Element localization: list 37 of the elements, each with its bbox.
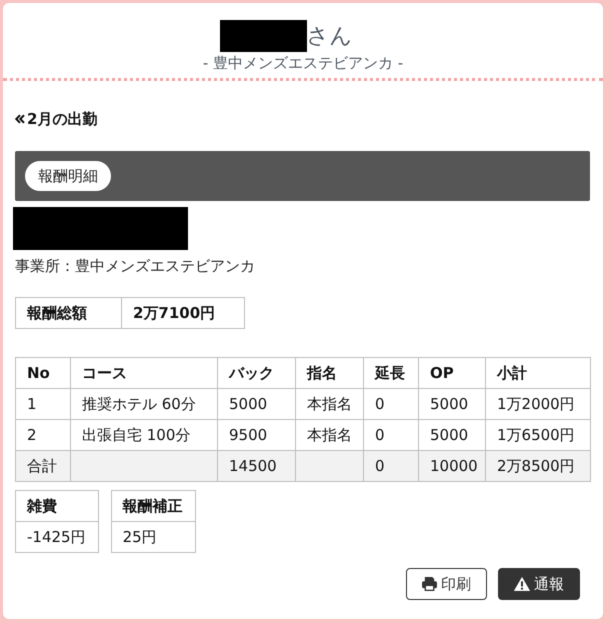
report-button[interactable]: 通報 (498, 568, 580, 600)
column-header: No (16, 358, 70, 388)
printer-icon (422, 577, 437, 591)
back-link[interactable]: 2月の出勤 (15, 109, 98, 129)
office-label: 事業所：豊中メンズエステビアンカ (15, 256, 256, 276)
total-cell: 14500 (218, 450, 296, 482)
table-cell: 0 (364, 388, 418, 420)
table-cell: 5000 (218, 388, 296, 420)
table-cell: 1 (16, 388, 70, 420)
print-button[interactable]: 印刷 (406, 568, 487, 600)
table-cell: 5000 (418, 420, 486, 450)
table-cell: 0 (364, 420, 418, 450)
adjustment-label-cell: 報酬補正 (111, 490, 196, 522)
total-value-cell: 2万7100円 (122, 298, 244, 328)
warning-icon (514, 577, 530, 591)
table-cell: 本指名 (296, 388, 364, 420)
shop-subtitle: - 豊中メンズエステビアンカ - (202, 53, 404, 74)
total-label-cell: 報酬総額 (16, 298, 122, 328)
column-header: コース (70, 358, 218, 388)
adjustment-value-cell: -1425円 (16, 522, 98, 552)
table-cell: 1万2000円 (486, 388, 590, 420)
table-cell: 2 (16, 420, 70, 450)
table-cell: 本指名 (296, 420, 364, 450)
table-cell: 出張自宅 100分 (70, 420, 218, 450)
table-cell: 9500 (218, 420, 296, 450)
table-cell: 5000 (418, 388, 486, 420)
total-cell: 0 (364, 450, 418, 482)
double-chevron-left-icon (15, 114, 25, 124)
adjustment-label-cell: 雑費 (16, 490, 98, 522)
name-suffix: さん (306, 24, 352, 51)
total-cell: 合計 (16, 450, 70, 482)
total-cell: 2万8500円 (486, 450, 590, 482)
adjustment-value-cell: 25円 (111, 522, 196, 552)
table-cell: 推奨ホテル 60分 (70, 388, 218, 420)
table-cell: 1万6500円 (486, 420, 590, 450)
section-badge: 報酬明細 (25, 161, 111, 191)
total-cell: 10000 (418, 450, 486, 482)
